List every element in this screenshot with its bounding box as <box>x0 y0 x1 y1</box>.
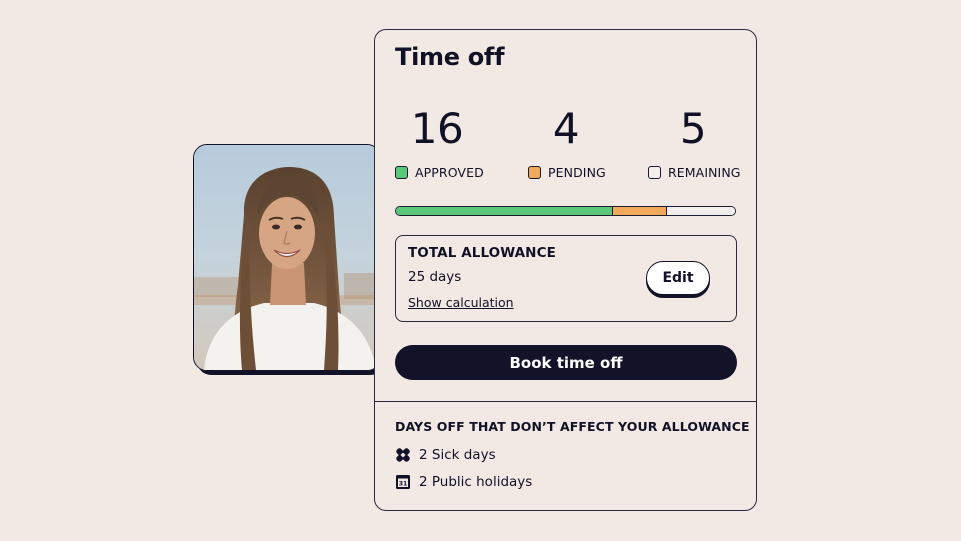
pending-label: PENDING <box>548 165 606 180</box>
allowance-progress-bar <box>395 206 736 216</box>
edit-allowance-button[interactable]: Edit <box>646 261 710 295</box>
calendar-icon-date: 31 <box>399 481 408 488</box>
remaining-swatch <box>648 166 661 179</box>
card-title: Time off <box>395 43 505 71</box>
pending-count: 4 <box>552 104 580 153</box>
remaining-label: REMAINING <box>668 165 741 180</box>
progress-approved-segment <box>396 207 613 215</box>
other-days-heading: DAYS OFF THAT DON’T AFFECT YOUR ALLOWANC… <box>395 419 750 434</box>
approved-legend: APPROVED <box>395 165 484 180</box>
employee-photo <box>193 144 381 371</box>
portrait-image <box>194 145 380 370</box>
sick-days-item: 2 Sick days <box>395 447 496 463</box>
remaining-legend: REMAINING <box>648 165 741 180</box>
progress-remaining-segment <box>667 207 735 215</box>
pending-legend: PENDING <box>528 165 606 180</box>
bandage-icon <box>395 447 411 463</box>
allowance-value: 25 days <box>408 269 462 285</box>
sick-days-label: 2 Sick days <box>419 447 496 463</box>
section-divider <box>375 401 756 402</box>
allowance-title: TOTAL ALLOWANCE <box>408 245 556 261</box>
progress-pending-segment <box>612 207 668 215</box>
approved-label: APPROVED <box>415 165 484 180</box>
public-holidays-label: 2 Public holidays <box>419 474 533 490</box>
calendar-icon: 31 <box>395 474 411 490</box>
show-calculation-link[interactable]: Show calculation <box>408 295 514 310</box>
total-allowance-panel: TOTAL ALLOWANCE 25 days Show calculation… <box>395 235 737 322</box>
approved-count: 16 <box>410 104 464 153</box>
pending-swatch <box>528 166 541 179</box>
book-time-off-button[interactable]: Book time off <box>395 345 737 380</box>
public-holidays-item: 31 2 Public holidays <box>395 474 532 490</box>
remaining-count: 5 <box>679 104 707 153</box>
approved-swatch <box>395 166 408 179</box>
time-off-card: Time off 16 4 5 APPROVED PENDING REMAINI… <box>374 29 757 511</box>
stage: Time off 16 4 5 APPROVED PENDING REMAINI… <box>0 0 961 541</box>
